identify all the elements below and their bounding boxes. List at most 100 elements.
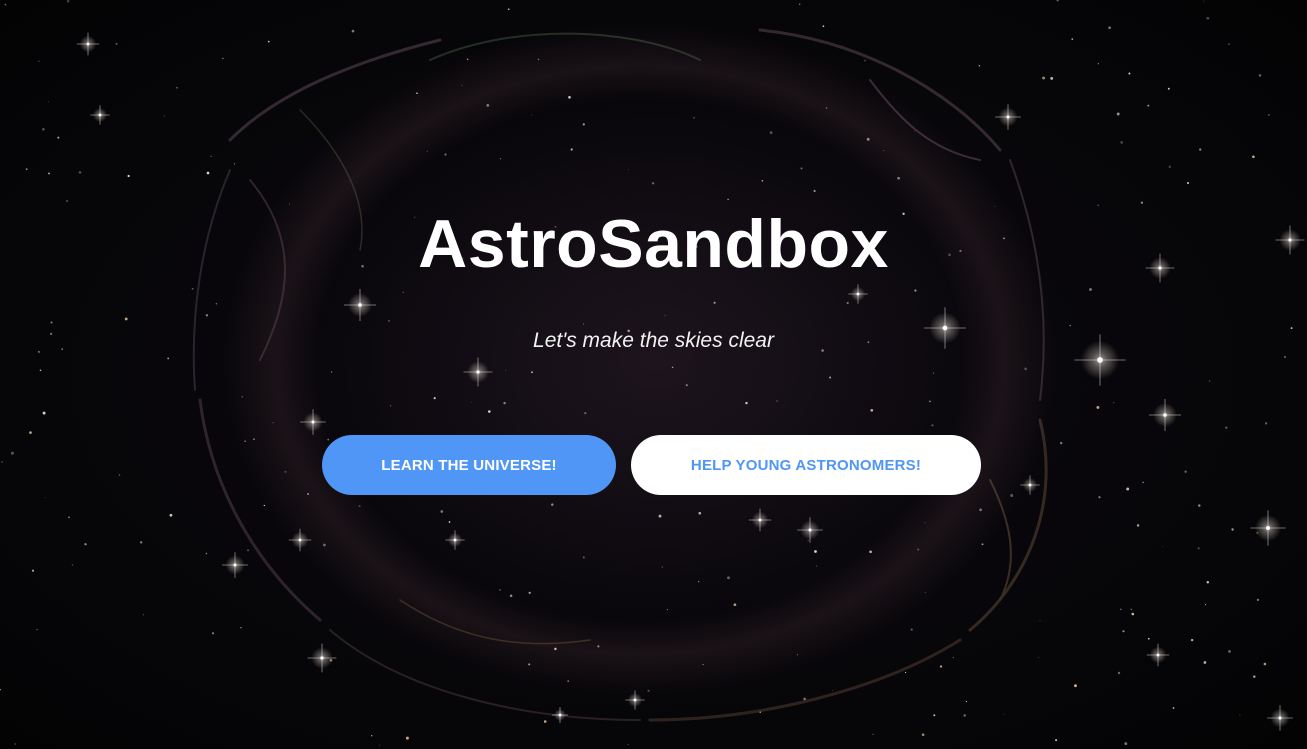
star	[1206, 581, 1210, 584]
star	[1003, 713, 1005, 715]
star	[924, 522, 926, 524]
star	[307, 493, 309, 495]
star	[44, 497, 46, 499]
star	[924, 591, 926, 593]
star	[1168, 165, 1172, 169]
star	[68, 516, 70, 519]
star	[870, 408, 874, 412]
star	[869, 550, 872, 554]
star	[500, 158, 502, 160]
star	[323, 543, 326, 547]
star	[267, 40, 270, 43]
star	[963, 714, 966, 717]
star	[815, 565, 817, 567]
star	[1130, 608, 1132, 610]
star	[215, 303, 218, 305]
star	[1116, 112, 1120, 116]
bright-star	[445, 530, 465, 550]
star	[10, 451, 14, 455]
star	[1209, 380, 1211, 382]
star	[570, 148, 573, 151]
star	[169, 513, 173, 517]
star	[917, 548, 920, 551]
star	[698, 511, 702, 515]
star	[800, 167, 803, 170]
star	[371, 735, 373, 737]
star	[1184, 470, 1187, 473]
star	[1098, 496, 1101, 499]
star	[1205, 604, 1207, 606]
star	[929, 400, 931, 403]
star	[78, 171, 82, 174]
star	[210, 155, 212, 157]
hero-section: AstroSandbox Let's make the skies clear …	[0, 0, 1307, 749]
star	[551, 503, 554, 506]
star	[222, 57, 224, 60]
star	[965, 700, 968, 703]
star	[1263, 662, 1267, 666]
bright-star	[300, 409, 326, 435]
star	[507, 8, 510, 11]
star	[1225, 426, 1228, 429]
star	[1206, 16, 1210, 20]
star	[939, 665, 943, 668]
star	[872, 733, 874, 736]
star	[426, 150, 428, 152]
learn-the-universe-button[interactable]: LEARN THE UNIVERSE!	[322, 435, 616, 495]
star	[597, 645, 600, 648]
bright-star	[344, 289, 376, 321]
star	[327, 438, 329, 441]
star	[330, 371, 333, 373]
star	[1167, 87, 1170, 90]
star	[702, 663, 704, 666]
help-young-astronomers-button[interactable]: HELP YOUNG ASTRONOMERS!	[631, 435, 981, 495]
star	[1203, 0, 1205, 2]
star	[1122, 630, 1125, 633]
star	[537, 58, 540, 61]
star	[822, 25, 825, 28]
bright-star	[76, 32, 100, 56]
star	[685, 384, 688, 387]
star	[466, 58, 469, 61]
star	[1198, 504, 1201, 507]
star	[627, 743, 629, 745]
star	[1203, 661, 1207, 664]
star	[863, 59, 867, 62]
star	[932, 372, 934, 374]
bright-star	[797, 517, 823, 543]
star	[176, 86, 178, 89]
star	[1186, 181, 1190, 185]
star	[140, 541, 143, 544]
star	[554, 647, 557, 651]
star	[379, 744, 381, 746]
star	[910, 628, 913, 631]
star	[1147, 104, 1150, 107]
star	[1190, 638, 1194, 642]
star	[647, 689, 650, 692]
star	[914, 130, 916, 132]
star	[776, 400, 778, 402]
star	[978, 65, 981, 67]
bright-star	[625, 690, 645, 710]
star	[905, 671, 907, 674]
star	[42, 128, 45, 131]
star	[664, 315, 666, 317]
star	[247, 549, 249, 552]
star	[1120, 141, 1123, 144]
star	[1136, 524, 1140, 527]
star	[1056, 0, 1059, 2]
star	[471, 401, 473, 403]
star	[658, 514, 662, 518]
star	[1117, 671, 1121, 675]
star	[163, 115, 165, 117]
star	[284, 470, 287, 473]
star	[1038, 656, 1040, 658]
star	[351, 29, 355, 33]
bright-star	[288, 528, 312, 552]
bright-star	[463, 357, 493, 387]
bright-star	[90, 105, 110, 125]
star	[1258, 74, 1262, 77]
star	[745, 401, 748, 405]
star	[48, 172, 50, 175]
star	[1256, 598, 1260, 602]
